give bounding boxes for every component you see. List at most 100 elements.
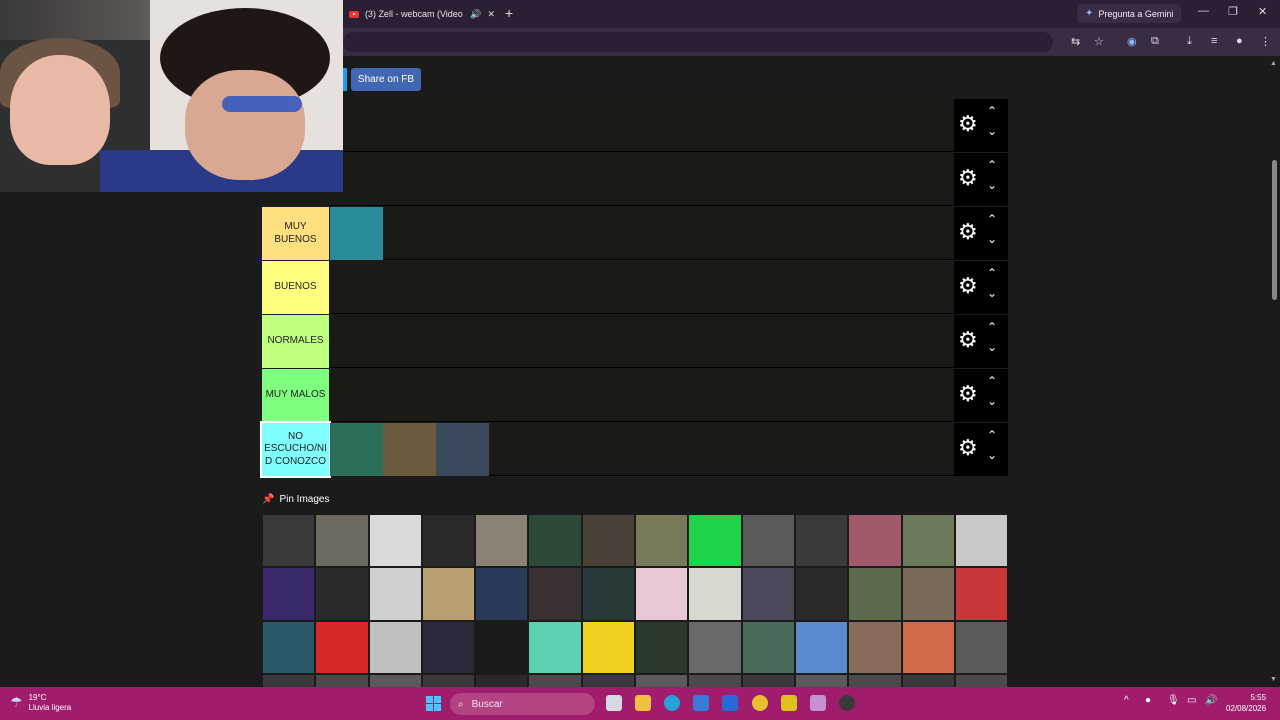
volume-icon[interactable]: 🔊 bbox=[1205, 695, 1217, 706]
chevron-up-icon[interactable]: ⌃ bbox=[987, 429, 997, 441]
new-tab-button[interactable]: + bbox=[505, 5, 513, 21]
gear-icon[interactable]: ⚙ bbox=[958, 437, 978, 459]
restore-button[interactable]: ❐ bbox=[1228, 5, 1238, 18]
chevron-up-icon[interactable]: ⌃ bbox=[987, 213, 997, 225]
pool-image[interactable] bbox=[954, 514, 1008, 568]
minimize-button[interactable]: — bbox=[1198, 5, 1209, 17]
pool-image[interactable] bbox=[848, 567, 902, 621]
pool-image[interactable] bbox=[315, 620, 369, 674]
app-icon-dark[interactable] bbox=[839, 695, 855, 711]
gear-icon[interactable]: ⚙ bbox=[958, 383, 978, 405]
pool-image[interactable] bbox=[421, 673, 476, 687]
pool-image[interactable] bbox=[954, 567, 1008, 621]
store-icon[interactable] bbox=[693, 695, 709, 711]
pool-image[interactable] bbox=[528, 514, 582, 568]
menu-dots-icon[interactable]: ⋮ bbox=[1260, 35, 1271, 48]
tier-label[interactable]: BUENOS bbox=[262, 261, 329, 314]
pool-image[interactable] bbox=[848, 514, 902, 568]
pool-image[interactable] bbox=[421, 567, 476, 621]
pool-image[interactable] bbox=[421, 514, 476, 568]
chevron-down-icon[interactable]: ⌄ bbox=[987, 287, 997, 299]
chevron-up-icon[interactable]: ⌃ bbox=[987, 321, 997, 333]
pool-image[interactable] bbox=[475, 567, 529, 621]
download-icon[interactable]: ⤓ bbox=[1187, 35, 1192, 48]
bookmark-star-icon[interactable]: ☆ bbox=[1094, 35, 1104, 48]
pool-image[interactable] bbox=[741, 514, 795, 568]
pool-image[interactable] bbox=[528, 673, 582, 687]
chevron-down-icon[interactable]: ⌄ bbox=[987, 395, 997, 407]
pool-image[interactable] bbox=[315, 567, 369, 621]
clock[interactable]: 5:55 02/08/2026 bbox=[1226, 692, 1266, 714]
share-on-fb-button[interactable]: Share on FB bbox=[351, 68, 421, 91]
network-icon[interactable]: ▭ bbox=[1187, 695, 1196, 706]
pool-image[interactable] bbox=[262, 567, 316, 621]
share-button-edge[interactable] bbox=[343, 68, 347, 91]
tier-item-image[interactable] bbox=[436, 423, 489, 476]
pool-image[interactable] bbox=[901, 620, 955, 674]
pool-image[interactable] bbox=[848, 673, 902, 687]
gear-icon[interactable]: ⚙ bbox=[958, 275, 978, 297]
pool-image[interactable] bbox=[262, 620, 316, 674]
tab-webcam-video[interactable]: (3) Zell - webcam (Video Of 🔊 ✕ bbox=[343, 4, 495, 24]
chevron-down-icon[interactable]: ⌄ bbox=[987, 233, 997, 245]
pool-image[interactable] bbox=[794, 673, 849, 687]
microphone-icon[interactable]: 🎙 bbox=[1167, 695, 1180, 706]
profile-avatar[interactable]: ● bbox=[1236, 35, 1243, 47]
tier-item-image[interactable] bbox=[330, 423, 383, 476]
pool-image[interactable] bbox=[794, 514, 849, 568]
app-icon-pink[interactable] bbox=[810, 695, 826, 711]
pool-image[interactable] bbox=[954, 620, 1008, 674]
pool-image[interactable] bbox=[262, 514, 316, 568]
chrome-icon[interactable] bbox=[752, 695, 768, 711]
ask-gemini-button[interactable]: ✦ Pregunta a Gemini bbox=[1077, 4, 1182, 23]
weather-widget[interactable]: ☂ 19°C Lluvia ligera bbox=[10, 693, 71, 712]
tier-item-image[interactable] bbox=[330, 207, 383, 260]
pool-image[interactable] bbox=[635, 620, 689, 674]
app-icon-yellow[interactable] bbox=[781, 695, 797, 711]
pool-image[interactable] bbox=[475, 514, 529, 568]
chevron-down-icon[interactable]: ⌄ bbox=[987, 341, 997, 353]
chevron-up-icon[interactable]: ⌃ bbox=[987, 375, 997, 387]
pool-image[interactable] bbox=[635, 567, 689, 621]
pool-image[interactable] bbox=[528, 620, 582, 674]
pool-image[interactable] bbox=[315, 514, 369, 568]
chevron-up-icon[interactable]: ⌃ bbox=[987, 159, 997, 171]
pool-image[interactable] bbox=[901, 673, 955, 687]
scroll-up-arrow[interactable]: ▲ bbox=[1270, 60, 1277, 67]
pin-images-header[interactable]: 📌 Pin Images bbox=[262, 494, 329, 505]
pool-image[interactable] bbox=[741, 673, 795, 687]
pool-image[interactable] bbox=[901, 514, 955, 568]
pool-image[interactable] bbox=[688, 620, 742, 674]
gear-icon[interactable]: ⚙ bbox=[958, 221, 978, 243]
translate-icon[interactable]: ⇆ bbox=[1071, 35, 1080, 48]
address-field[interactable] bbox=[343, 32, 1053, 52]
gear-icon[interactable]: ⚙ bbox=[958, 329, 978, 351]
pool-image[interactable] bbox=[368, 514, 422, 568]
scrollbar-thumb[interactable] bbox=[1272, 160, 1277, 300]
tray-app-icon[interactable]: ● bbox=[1145, 695, 1151, 706]
pool-image[interactable] bbox=[581, 620, 636, 674]
pool-image[interactable] bbox=[262, 673, 316, 687]
pool-image[interactable] bbox=[368, 673, 422, 687]
pool-image[interactable] bbox=[315, 673, 369, 687]
gear-icon[interactable]: ⚙ bbox=[958, 167, 978, 189]
media-control-icon[interactable]: ≡ bbox=[1211, 35, 1217, 47]
pool-image[interactable] bbox=[528, 567, 582, 621]
pool-image[interactable] bbox=[635, 673, 689, 687]
pool-image[interactable] bbox=[368, 567, 422, 621]
scroll-down-arrow[interactable]: ▼ bbox=[1270, 676, 1277, 683]
chevron-down-icon[interactable]: ⌄ bbox=[987, 449, 997, 461]
pool-image[interactable] bbox=[688, 673, 742, 687]
pool-image[interactable] bbox=[741, 567, 795, 621]
tray-chevron-icon[interactable]: ^ bbox=[1124, 695, 1129, 706]
pool-image[interactable] bbox=[794, 567, 849, 621]
mail-icon[interactable] bbox=[722, 695, 738, 711]
pool-image[interactable] bbox=[421, 620, 476, 674]
pool-image[interactable] bbox=[368, 620, 422, 674]
pool-image[interactable] bbox=[475, 620, 529, 674]
file-explorer-icon[interactable] bbox=[635, 695, 651, 711]
taskbar-search[interactable]: ⌕ Buscar bbox=[450, 693, 595, 715]
tab-close-icon[interactable]: ✕ bbox=[487, 9, 495, 20]
tier-item-image[interactable] bbox=[383, 423, 436, 476]
tier-label[interactable]: NO ESCUCHO/NI D CONOZCO bbox=[260, 421, 331, 478]
